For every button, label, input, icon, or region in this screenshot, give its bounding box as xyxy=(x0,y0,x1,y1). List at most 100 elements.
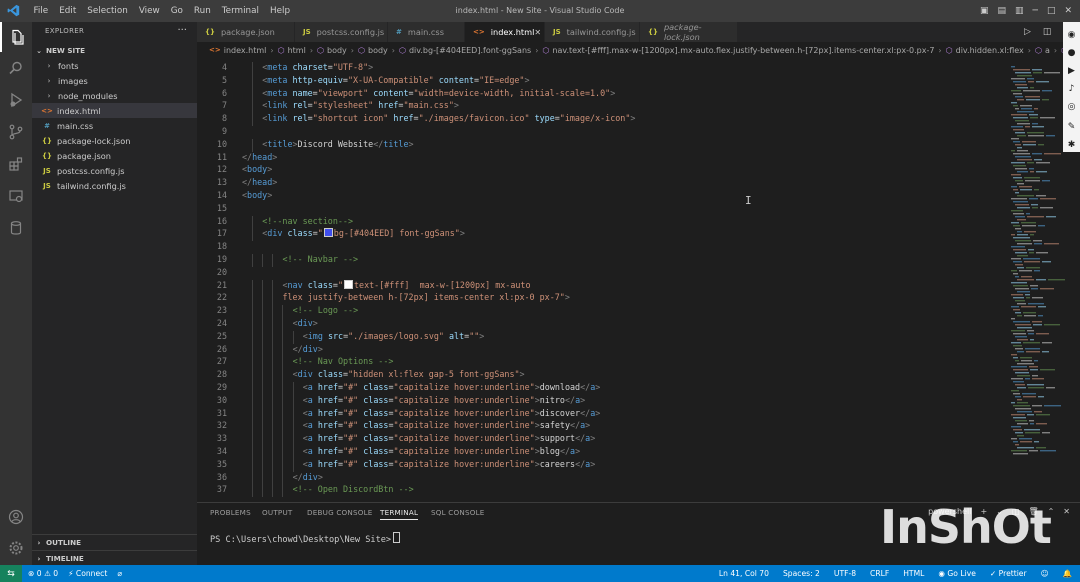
breadcrumb-item[interactable]: nav.text-[#fff].max-w-[1200px].mx-auto.f… xyxy=(552,46,934,55)
code-line[interactable]: <link rel="stylesheet" href="main.css"> xyxy=(242,100,459,110)
run-icon[interactable]: ▷ xyxy=(1024,27,1031,37)
close-icon[interactable]: ✕ xyxy=(1064,6,1072,16)
menu-go[interactable]: Go xyxy=(165,6,188,16)
camera-icon[interactable]: ◉ xyxy=(1065,28,1078,41)
outline-section[interactable]: › OUTLINE xyxy=(32,534,197,550)
code-line[interactable]: <meta charset="UTF-8"> xyxy=(242,62,373,72)
toggle-panel-icon[interactable]: ▤ xyxy=(997,6,1006,16)
close-panel-icon[interactable]: ✕ xyxy=(1063,507,1070,516)
code-line[interactable]: <a href="#" class="capitalize hover:unde… xyxy=(242,408,601,418)
code-line[interactable]: <nav class=" text-[#fff] max-w-[1200px] m… xyxy=(242,279,531,290)
code-line[interactable]: <body> xyxy=(242,190,272,200)
minimap[interactable] xyxy=(1007,58,1067,502)
tab-package-json[interactable]: {} package.json xyxy=(197,22,295,42)
indentation[interactable]: Spaces: 2 xyxy=(783,569,820,578)
minimize-icon[interactable]: ─ xyxy=(1033,6,1038,16)
mic-icon[interactable]: ♪ xyxy=(1065,82,1078,95)
panel-tab-terminal[interactable]: TERMINAL xyxy=(380,508,419,520)
settings-gear-icon[interactable] xyxy=(0,533,32,563)
folder-new-site[interactable]: ⌄ NEW SITE xyxy=(32,43,197,58)
code-line[interactable]: <!-- Nav Options --> xyxy=(242,356,394,366)
settings-icon[interactable]: ✱ xyxy=(1065,138,1078,151)
files-icon[interactable] xyxy=(0,22,32,52)
prettier-button[interactable]: ✓ Prettier xyxy=(990,569,1027,578)
extensions-icon[interactable] xyxy=(0,149,32,179)
code-line[interactable]: <!--nav section--> xyxy=(242,216,353,226)
breadcrumb-item[interactable]: body xyxy=(327,46,347,55)
code-line[interactable]: <!-- Open DiscordBtn --> xyxy=(242,484,414,494)
close-tab-icon[interactable]: ✕ xyxy=(534,28,541,37)
panel-tab-problems[interactable]: PROBLEMS xyxy=(210,508,251,517)
code-line[interactable]: <div class=" bg-[#404EED] font-ggSans"> xyxy=(242,228,465,238)
code-line[interactable]: <meta http-equiv="X-UA-Compatible" conte… xyxy=(242,75,529,85)
cursor-position[interactable]: Ln 41, Col 70 xyxy=(719,569,769,578)
source-control-icon[interactable] xyxy=(0,117,32,147)
remote-icon[interactable]: ⇆ xyxy=(0,565,22,582)
code-line[interactable]: <link rel="shortcut icon" href="./images… xyxy=(242,113,635,123)
tab-main-css[interactable]: # main.css xyxy=(388,22,465,42)
notifications-icon[interactable]: 🔔 xyxy=(1063,569,1072,578)
tree-item[interactable]: JS tailwind.config.js xyxy=(32,178,197,193)
menu-terminal[interactable]: Terminal xyxy=(216,6,264,16)
breadcrumb-item[interactable]: a xyxy=(1045,46,1050,55)
remote-explorer-icon[interactable] xyxy=(0,181,32,211)
connect-button[interactable]: ⚡ Connect xyxy=(68,569,107,578)
maximize-icon[interactable]: □ xyxy=(1047,6,1056,16)
language-mode[interactable]: HTML xyxy=(903,569,924,578)
database-icon[interactable] xyxy=(0,213,32,243)
record-icon[interactable]: ● xyxy=(1065,46,1078,59)
tree-item[interactable]: › images xyxy=(32,73,197,88)
code-line[interactable]: <a href="#" class="capitalize hover:unde… xyxy=(242,459,596,469)
code-line[interactable]: <a href="#" class="capitalize hover:unde… xyxy=(242,433,596,443)
go-live-button[interactable]: ◉ Go Live xyxy=(938,569,976,578)
code-line[interactable]: <div class="hidden xl:flex gap-5 font-gg… xyxy=(242,369,525,379)
menu-selection[interactable]: Selection xyxy=(82,6,134,16)
menu-run[interactable]: Run xyxy=(188,6,216,16)
split-editor-icon[interactable]: ◫ xyxy=(1043,27,1052,37)
timeline-section[interactable]: › TIMELINE xyxy=(32,550,197,566)
breadcrumb-item[interactable]: index.html xyxy=(224,46,267,55)
encoding[interactable]: UTF-8 xyxy=(834,569,856,578)
run-debug-icon[interactable] xyxy=(0,85,32,115)
menu-help[interactable]: Help xyxy=(264,6,295,16)
tree-item[interactable]: › node_modules xyxy=(32,88,197,103)
code-line[interactable]: <meta name="viewport" content="width=dev… xyxy=(242,88,615,98)
tree-item[interactable]: › fonts xyxy=(32,58,197,73)
code-line[interactable]: <title>Discord Website</title> xyxy=(242,139,413,149)
code-line[interactable]: <div> xyxy=(242,318,318,328)
tree-item[interactable]: {} package-lock.json xyxy=(32,133,197,148)
more-actions-icon[interactable]: ··· xyxy=(177,25,187,36)
terminal-line[interactable]: PS C:\Users\chowd\Desktop\New Site> xyxy=(210,532,401,545)
tree-item[interactable]: JS postcss.config.js xyxy=(32,163,197,178)
code-line[interactable]: <!-- Logo --> xyxy=(242,305,359,315)
account-icon[interactable] xyxy=(0,502,32,532)
code-line[interactable]: <body> xyxy=(242,164,272,174)
breadcrumb-item[interactable]: html xyxy=(288,46,306,55)
tab-index-html[interactable]: <> index.html ✕ xyxy=(465,22,545,42)
line-ending[interactable]: CRLF xyxy=(870,569,889,578)
search-icon[interactable] xyxy=(0,53,32,83)
breadcrumb-item[interactable]: div.bg-[#404EED].font-ggSans xyxy=(409,46,531,55)
tree-item[interactable]: # main.css xyxy=(32,118,197,133)
code-line[interactable]: </head> xyxy=(242,152,277,162)
menu-file[interactable]: File xyxy=(28,6,54,16)
tree-item[interactable]: {} package.json xyxy=(32,148,197,163)
problems-indicator[interactable]: ⊗ 0 ⚠ 0 xyxy=(28,569,58,578)
tab-postcss-config-js[interactable]: JS postcss.config.js xyxy=(295,22,388,42)
panel-tab-debug-console[interactable]: DEBUG CONSOLE xyxy=(307,508,373,517)
menu-view[interactable]: View xyxy=(133,6,165,16)
menu-edit[interactable]: Edit xyxy=(54,6,82,16)
code-line[interactable]: <a href="#" class="capitalize hover:unde… xyxy=(242,420,591,430)
video-icon[interactable]: ▶ xyxy=(1065,64,1078,77)
feedback-icon[interactable]: ☺ xyxy=(1041,569,1049,578)
panel-tab-output[interactable]: OUTPUT xyxy=(262,508,293,517)
code-line[interactable]: <!-- Navbar --> xyxy=(242,254,358,264)
code-editor[interactable]: 4 <meta charset="UTF-8"> 5 <meta http-equiv… xyxy=(197,58,1007,502)
pin-icon[interactable]: ⌀ xyxy=(117,569,122,578)
tree-item[interactable]: <> index.html xyxy=(32,103,197,118)
code-line[interactable]: <img src="./images/logo.svg" alt=""> xyxy=(242,331,485,341)
code-line[interactable]: flex justify-between h-[72px] items-cent… xyxy=(242,292,569,302)
layout-icon[interactable]: ▥ xyxy=(1015,6,1024,16)
tab-tailwind-config-js[interactable]: JS tailwind.config.js xyxy=(545,22,640,42)
toggle-sidebar-icon[interactable]: ▣ xyxy=(980,6,989,16)
